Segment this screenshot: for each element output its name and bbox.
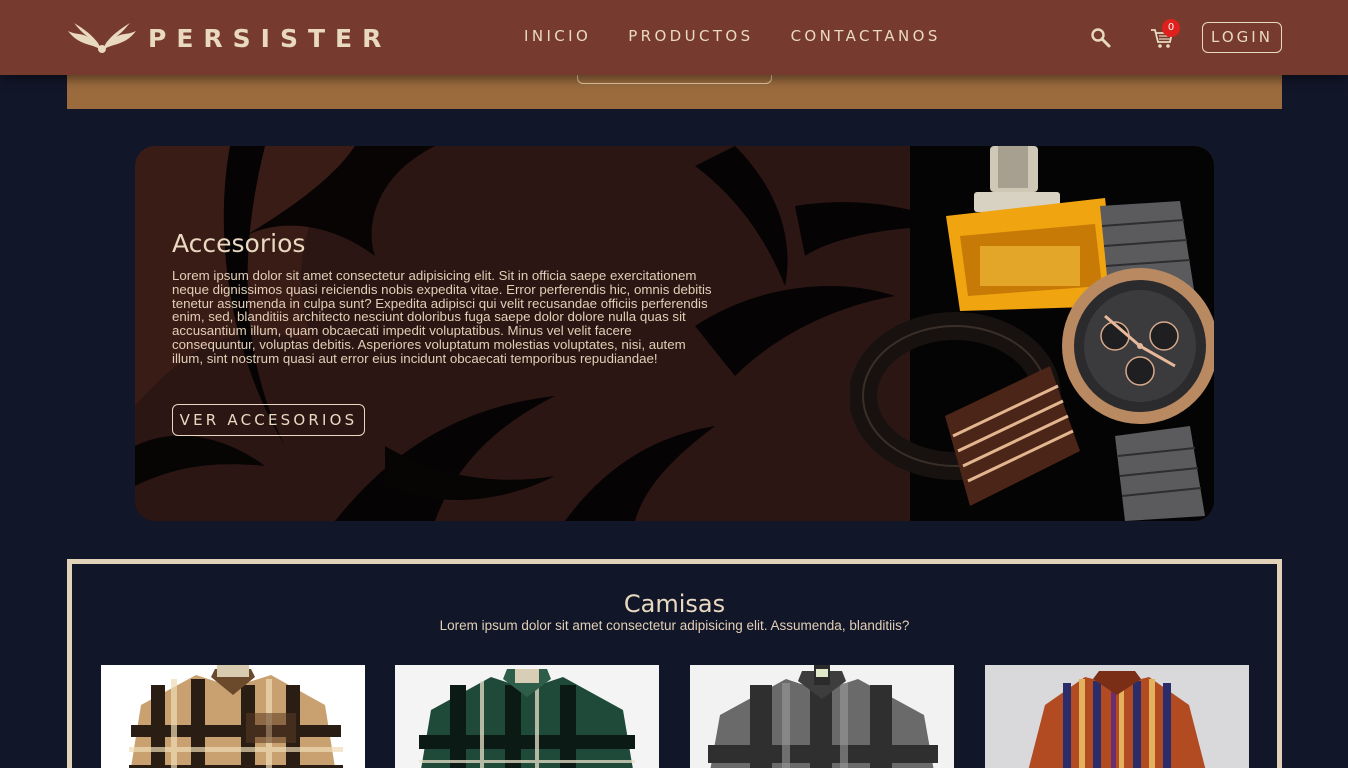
accessories-product-image xyxy=(850,146,1214,521)
login-button[interactable]: LOGIN xyxy=(1202,22,1282,53)
shirt-image-1 xyxy=(101,665,365,768)
shirts-subtitle: Lorem ipsum dolor sit amet consectetur a… xyxy=(439,618,910,633)
hero-bottom-strip xyxy=(67,68,1282,109)
main-nav: INICIO PRODUCTOS CONTACTANOS xyxy=(524,27,978,45)
banner-description: Lorem ipsum dolor sit amet consectetur a… xyxy=(172,268,712,366)
shirt-card-2[interactable] xyxy=(395,665,659,768)
shirt-image-4 xyxy=(985,665,1249,768)
site-header: PERSISTER INICIO PRODUCTOS CONTACTANOS 0… xyxy=(0,0,1348,75)
shirt-image-2 xyxy=(395,665,659,768)
nav-inicio[interactable]: INICIO xyxy=(524,27,591,45)
shirts-title: Camisas xyxy=(623,590,726,618)
nav-contactanos[interactable]: CONTACTANOS xyxy=(791,27,941,45)
shirt-card-4[interactable] xyxy=(985,665,1249,768)
brand-name: PERSISTER xyxy=(148,23,392,53)
shirts-section: Camisas Lorem ipsum dolor sit amet conse… xyxy=(67,559,1282,768)
view-accessories-button[interactable]: VER ACCESORIOS xyxy=(172,404,365,436)
shirt-image-3 xyxy=(690,665,954,768)
brand-logo[interactable]: PERSISTER xyxy=(66,20,391,56)
shirt-card-1[interactable] xyxy=(101,665,365,768)
nav-productos[interactable]: PRODUCTOS xyxy=(628,27,753,45)
accessories-banner: Accesorios Lorem ipsum dolor sit amet co… xyxy=(135,146,1214,521)
shirt-card-3[interactable] xyxy=(690,665,954,768)
search-icon[interactable] xyxy=(1090,27,1112,49)
cart-count-badge: 0 xyxy=(1162,19,1180,37)
wings-logo-icon xyxy=(68,23,136,53)
banner-title: Accesorios xyxy=(172,229,306,258)
